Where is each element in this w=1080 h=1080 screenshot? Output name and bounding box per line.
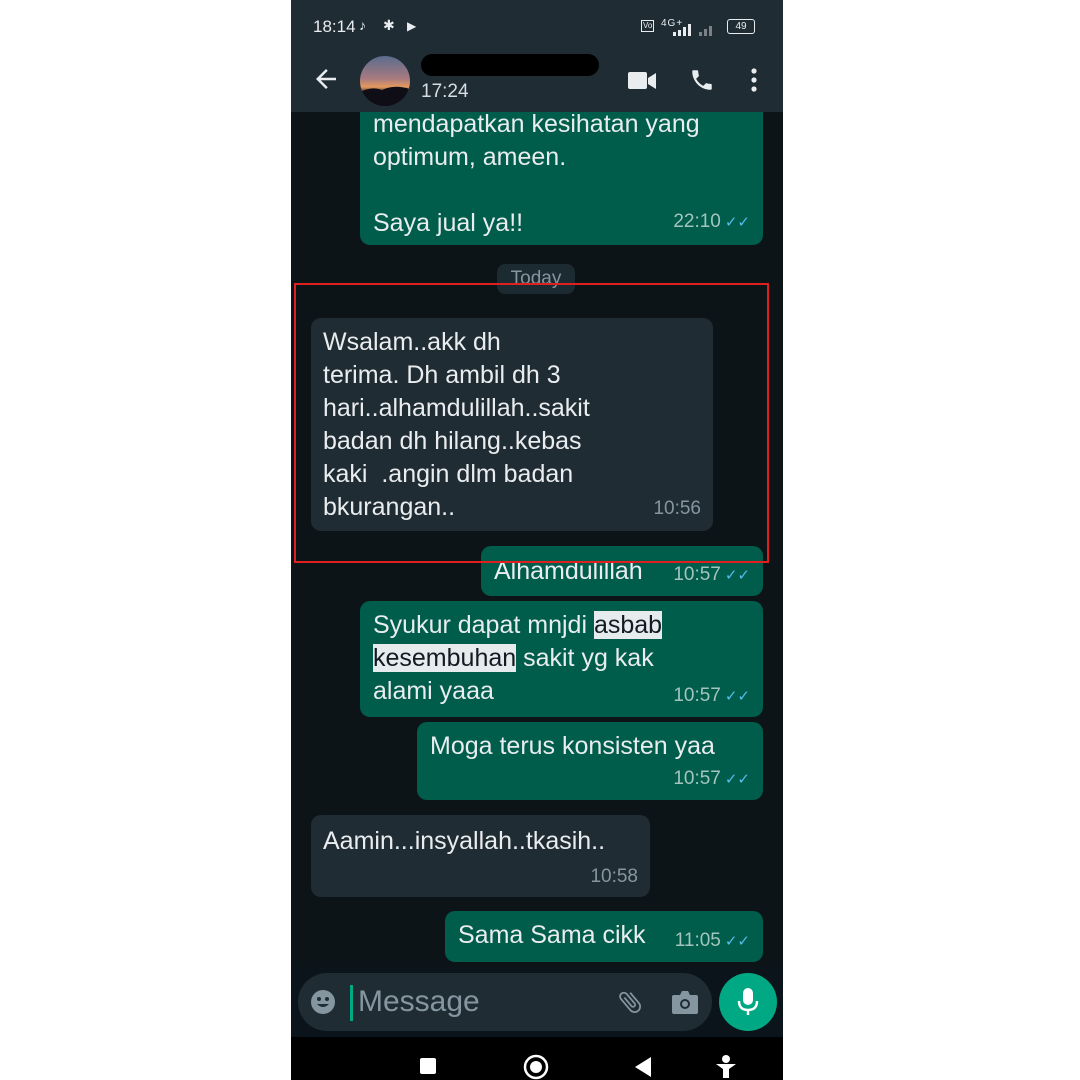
message-incoming[interactable]: Aamin...insyallah..tkasih.. 10:58 bbox=[311, 815, 650, 897]
message-time: 10:58 bbox=[590, 866, 638, 887]
video-call-icon[interactable] bbox=[628, 70, 658, 92]
attach-icon[interactable] bbox=[616, 988, 644, 1016]
volte-icon: Vo bbox=[641, 20, 655, 32]
chat-area[interactable]: mendapatkan kesihatan yang optimum, amee… bbox=[291, 112, 783, 967]
accessibility-icon[interactable] bbox=[715, 1054, 737, 1080]
message-input-bar: Message bbox=[291, 967, 783, 1037]
selected-text[interactable]: asbab bbox=[593, 611, 663, 639]
mic-icon bbox=[737, 988, 759, 1015]
recents-square-icon[interactable] bbox=[419, 1057, 437, 1075]
read-ticks-icon: ✓✓ bbox=[724, 214, 750, 231]
signal-icon bbox=[673, 24, 712, 36]
contact-avatar[interactable] bbox=[360, 56, 410, 106]
status-time: 18:14 bbox=[313, 17, 356, 36]
sunset-avatar-image bbox=[360, 86, 410, 106]
voice-call-icon[interactable] bbox=[689, 67, 715, 93]
read-ticks-icon: ✓✓ bbox=[724, 567, 750, 584]
last-seen: 17:24 bbox=[421, 81, 469, 102]
mic-button[interactable] bbox=[719, 973, 777, 1031]
tiktok-icon: ♪ bbox=[359, 17, 366, 33]
message-outgoing[interactable]: Syukur dapat mnjdi asbab kesembuhan saki… bbox=[360, 601, 763, 717]
text-cursor bbox=[350, 985, 353, 1021]
message-time: 11:05 bbox=[674, 930, 721, 951]
message-time: 10:57 bbox=[673, 564, 721, 585]
status-bar: 18:14 ♪ ✱ ▶ Vo 4G+ 49 bbox=[291, 0, 783, 52]
message-time: 10:57 bbox=[673, 685, 721, 706]
more-vert-icon[interactable] bbox=[749, 67, 759, 93]
camera-icon[interactable] bbox=[671, 989, 699, 1015]
message-placeholder: Message bbox=[358, 985, 480, 1018]
battery-icon: 49 bbox=[727, 19, 755, 34]
message-text: Sama Sama cikk bbox=[458, 921, 646, 949]
message-time: 22:10 bbox=[673, 211, 721, 232]
selected-text[interactable]: kesembuhan bbox=[373, 644, 517, 672]
message-text-part: alami yaaa bbox=[373, 677, 494, 705]
read-ticks-icon: ✓✓ bbox=[724, 771, 750, 788]
message-text-part: Syukur dapat mnjdi bbox=[373, 611, 594, 639]
message-outgoing[interactable]: Sama Sama cikk 11:05 ✓✓ bbox=[445, 911, 763, 962]
message-text-part: sakit yg kak bbox=[516, 644, 654, 672]
highlight-box bbox=[294, 283, 769, 563]
message-outgoing[interactable]: mendapatkan kesihatan yang optimum, amee… bbox=[360, 112, 763, 245]
play-icon: ▶ bbox=[407, 19, 417, 33]
chat-header: 17:24 bbox=[291, 52, 783, 112]
notification-icon: ✱ bbox=[383, 17, 395, 33]
battery-level: 49 bbox=[735, 21, 747, 32]
message-text: mendapatkan kesihatan yang optimum, amee… bbox=[373, 112, 700, 237]
back-triangle-icon[interactable] bbox=[633, 1056, 653, 1078]
message-text: Aamin...insyallah..tkasih.. bbox=[323, 827, 606, 855]
read-ticks-icon: ✓✓ bbox=[724, 688, 750, 705]
message-outgoing[interactable]: Moga terus konsisten yaa 10:57 ✓✓ bbox=[417, 722, 763, 800]
system-nav-bar bbox=[291, 1037, 783, 1080]
home-circle-icon[interactable] bbox=[523, 1054, 549, 1080]
read-ticks-icon: ✓✓ bbox=[724, 933, 750, 950]
back-arrow-icon[interactable] bbox=[311, 64, 341, 94]
contact-name[interactable] bbox=[421, 54, 599, 76]
message-text: Moga terus konsisten yaa bbox=[430, 732, 715, 760]
phone-screen: 18:14 ♪ ✱ ▶ Vo 4G+ 49 17:24 mendapatkan … bbox=[291, 0, 783, 1080]
emoji-icon[interactable] bbox=[310, 989, 336, 1015]
message-time: 10:57 bbox=[673, 768, 721, 789]
message-input[interactable]: Message bbox=[298, 973, 712, 1031]
